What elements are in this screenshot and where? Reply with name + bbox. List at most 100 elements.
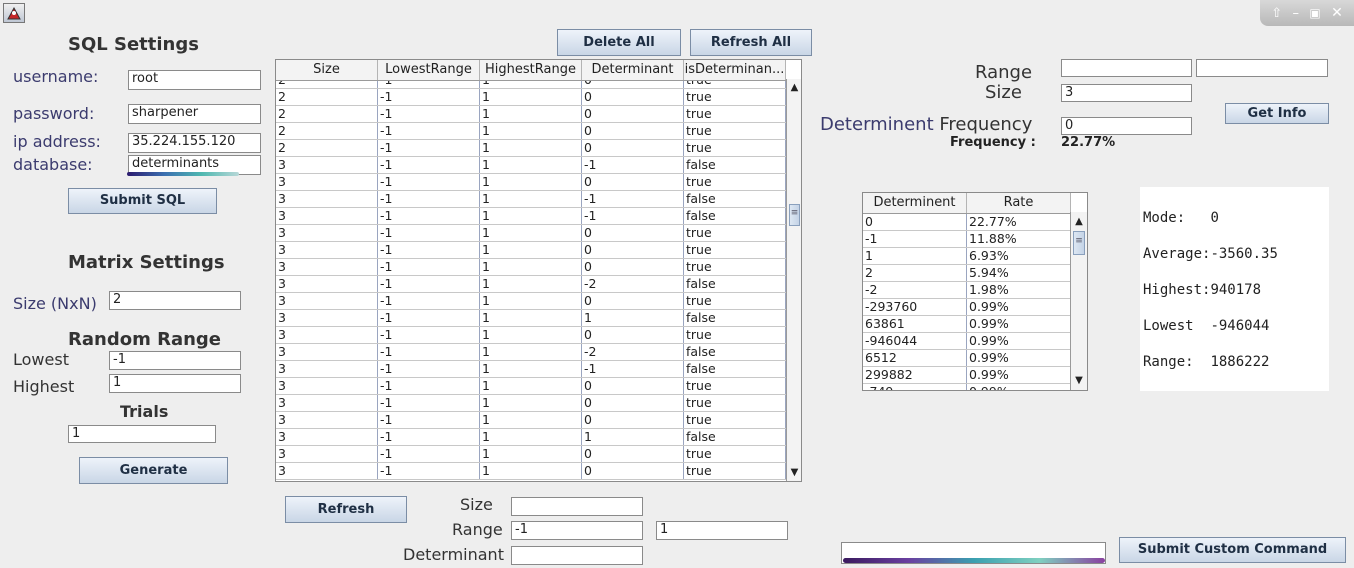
table-row[interactable]: 3 -1 1 0 true xyxy=(276,225,786,242)
matrix-size-field[interactable]: 2 xyxy=(109,291,241,310)
table-row[interactable]: 3 -1 1 1 false xyxy=(276,310,786,327)
column-header-determinant[interactable]: Determinant xyxy=(582,60,684,80)
up-arrow-icon[interactable]: ⇧ xyxy=(1271,6,1282,21)
table-row[interactable]: 2-110true xyxy=(276,81,786,89)
table-row[interactable]: 3 -1 1 0 true xyxy=(276,293,786,310)
column-header-rate[interactable]: Rate xyxy=(967,193,1071,213)
column-header-is-determinant[interactable]: isDeterminan... xyxy=(684,60,786,80)
filter-size-field[interactable] xyxy=(511,497,643,516)
table-row[interactable]: 3 -1 1 -1 false xyxy=(276,191,786,208)
rate-table-scrollbar[interactable]: ▲ ≡ ▼ xyxy=(1070,212,1087,390)
rate-row[interactable]: 2 5.94% xyxy=(863,265,1071,282)
highest-field[interactable]: 1 xyxy=(109,374,241,393)
table-cell: 1 xyxy=(480,361,582,377)
table-row[interactable]: 3 -1 1 -2 false xyxy=(276,276,786,293)
lowest-field[interactable]: -1 xyxy=(109,351,241,370)
password-field[interactable]: sharpener xyxy=(128,104,261,124)
minimize-icon[interactable]: – xyxy=(1292,6,1299,21)
rate-scroll-thumb[interactable]: ≡ xyxy=(1073,231,1085,255)
table-row[interactable]: 3 -1 1 0 true xyxy=(276,395,786,412)
determinent-frequency-field[interactable]: 0 xyxy=(1061,117,1192,135)
rate-row[interactable]: -946044 0.99% xyxy=(863,333,1071,350)
column-header-determinent[interactable]: Determinent xyxy=(863,193,967,213)
delete-all-button[interactable]: Delete All xyxy=(557,29,681,56)
scroll-down-icon[interactable]: ▼ xyxy=(787,467,801,478)
info-range-low-field[interactable] xyxy=(1061,59,1192,77)
maximize-icon[interactable]: ▣ xyxy=(1309,6,1320,20)
table-row[interactable]: 2-110true xyxy=(276,140,786,157)
table-row[interactable]: 3 -1 1 0 true xyxy=(276,174,786,191)
rate-row[interactable]: -1 11.88% xyxy=(863,231,1071,248)
column-header-lowest-range[interactable]: LowestRange xyxy=(378,60,480,80)
highest-label: Highest xyxy=(13,377,75,396)
rate-cell: 0.99% xyxy=(967,333,1071,349)
table-row[interactable]: 3 -1 1 -2 false xyxy=(276,344,786,361)
table-cell: 1 xyxy=(480,89,582,105)
get-info-button[interactable]: Get Info xyxy=(1225,103,1329,124)
refresh-all-button[interactable]: Refresh All xyxy=(690,29,812,56)
rate-row[interactable]: 0 22.77% xyxy=(863,214,1071,231)
scroll-up-icon[interactable]: ▲ xyxy=(787,82,801,93)
table-cell: true xyxy=(684,242,786,258)
table-row[interactable]: 3 -1 1 0 true xyxy=(276,327,786,344)
table-cell: 3 xyxy=(276,225,378,241)
table-cell: -1 xyxy=(378,361,480,377)
table-row[interactable]: 2-110true xyxy=(276,106,786,123)
filter-range-low-field[interactable]: -1 xyxy=(511,521,643,540)
table-row[interactable]: 3 -1 1 0 true xyxy=(276,463,786,480)
filter-range-high-field[interactable]: 1 xyxy=(656,521,788,540)
table-row[interactable]: 2-110true xyxy=(276,123,786,140)
rate-scroll-down-icon[interactable]: ▼ xyxy=(1071,375,1087,386)
rate-cell: -749 xyxy=(863,384,967,390)
rate-cell: -1 xyxy=(863,231,967,247)
scroll-thumb[interactable]: ≡ xyxy=(789,204,800,226)
generate-button[interactable]: Generate xyxy=(79,457,228,484)
table-row[interactable]: 3 -1 1 -1 false xyxy=(276,157,786,174)
submit-sql-button[interactable]: Submit SQL xyxy=(68,188,217,214)
app-icon[interactable] xyxy=(3,3,25,23)
table-cell: true xyxy=(684,140,786,156)
table-cell: -1 xyxy=(378,293,480,309)
table-row[interactable]: 3 -1 1 1 false xyxy=(276,429,786,446)
rate-cell: 0.99% xyxy=(967,316,1071,332)
rate-row[interactable]: 1 6.93% xyxy=(863,248,1071,265)
results-table-scrollbar[interactable]: ▲ ≡ ▼ xyxy=(786,79,801,481)
ip-address-field[interactable]: 35.224.155.120 xyxy=(128,133,261,153)
rate-cell: 6512 xyxy=(863,350,967,366)
table-row[interactable]: 3 -1 1 0 true xyxy=(276,259,786,276)
table-cell: -1 xyxy=(378,463,480,479)
rate-scroll-up-icon[interactable]: ▲ xyxy=(1071,216,1087,227)
mode-label: Mode: xyxy=(1143,210,1186,226)
rate-row[interactable]: -2 1.98% xyxy=(863,282,1071,299)
info-size-field[interactable]: 3 xyxy=(1061,84,1192,102)
filter-determinant-field[interactable] xyxy=(511,546,643,565)
rate-row[interactable]: 6512 0.99% xyxy=(863,350,1071,367)
info-range-high-field[interactable] xyxy=(1196,59,1328,77)
table-row[interactable]: 3 -1 1 -1 false xyxy=(276,361,786,378)
table-cell: 1 xyxy=(480,310,582,326)
rate-row[interactable]: -293760 0.99% xyxy=(863,299,1071,316)
table-row[interactable]: 3 -1 1 0 true xyxy=(276,446,786,463)
table-cell: 0 xyxy=(582,106,684,122)
submit-custom-command-button[interactable]: Submit Custom Command xyxy=(1119,537,1346,563)
table-cell: false xyxy=(684,361,786,377)
rate-row[interactable]: 299882 0.99% xyxy=(863,367,1071,384)
close-icon[interactable]: ✕ xyxy=(1331,5,1343,21)
ip-address-label: ip address: xyxy=(13,132,101,151)
table-cell: 1 xyxy=(480,293,582,309)
table-row[interactable]: 3 -1 1 0 true xyxy=(276,412,786,429)
column-header-size[interactable]: Size xyxy=(276,60,378,80)
rate-row[interactable]: 63861 0.99% xyxy=(863,316,1071,333)
table-row[interactable]: 3 -1 1 0 true xyxy=(276,242,786,259)
table-row[interactable]: 3 -1 1 -1 false xyxy=(276,208,786,225)
table-cell: 1 xyxy=(480,378,582,394)
rate-row[interactable]: -7490.99% xyxy=(863,384,1071,390)
column-header-highest-range[interactable]: HighestRange xyxy=(480,60,582,80)
table-row[interactable]: 2-110true xyxy=(276,89,786,106)
trials-field[interactable]: 1 xyxy=(68,425,216,443)
table-row[interactable]: 3 -1 1 0 true xyxy=(276,378,786,395)
table-cell: 0 xyxy=(582,123,684,139)
table-cell: 3 xyxy=(276,446,378,462)
refresh-button[interactable]: Refresh xyxy=(285,496,407,523)
username-field[interactable]: root xyxy=(128,70,261,90)
